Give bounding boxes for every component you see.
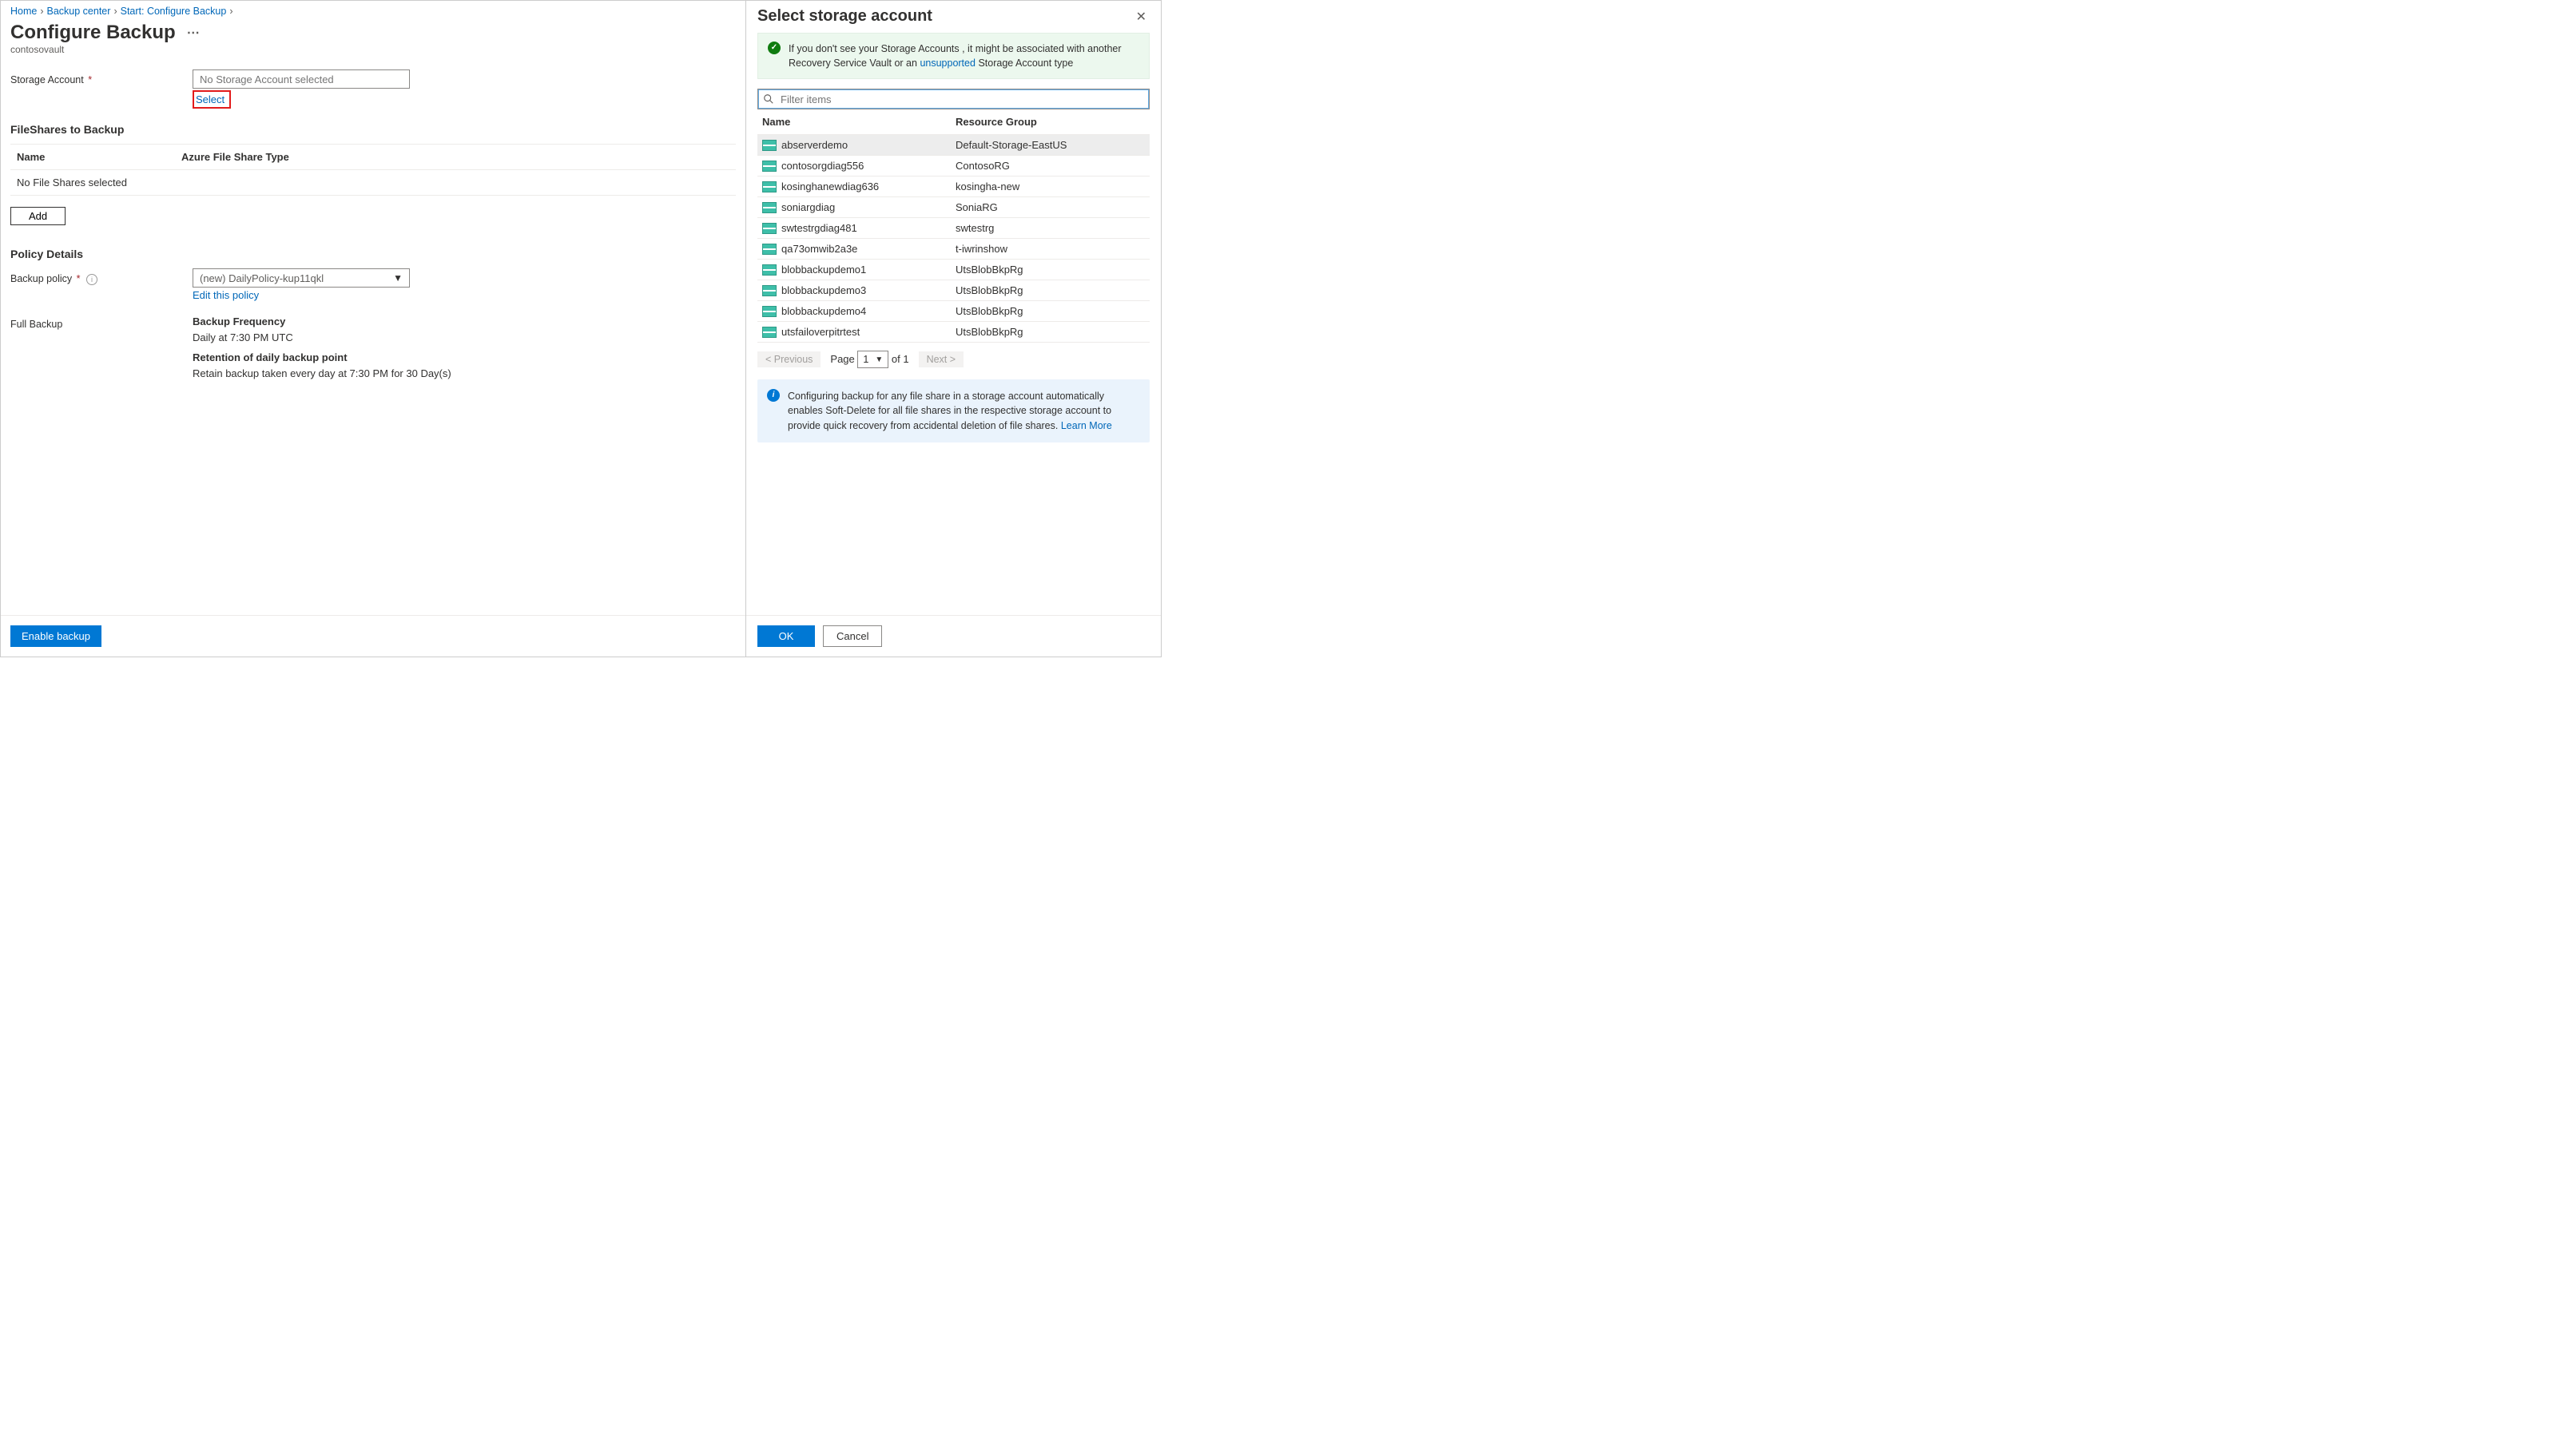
learn-more-link[interactable]: Learn More	[1061, 420, 1112, 431]
storage-account-name: abserverdemo	[781, 139, 848, 151]
sa-col-rg: Resource Group	[956, 116, 1037, 128]
sa-col-name: Name	[762, 116, 956, 128]
backup-policy-select[interactable]: (new) DailyPolicy-kup11qkl ▼	[193, 268, 410, 288]
filter-search-box[interactable]	[757, 89, 1150, 109]
storage-account-name: blobbackupdemo1	[781, 264, 866, 276]
storage-account-row[interactable]: soniargdiag SoniaRG	[757, 197, 1150, 218]
storage-account-name: swtestrgdiag481	[781, 222, 857, 234]
info-icon: i	[767, 389, 780, 402]
retention-value: Retain backup taken every day at 7:30 PM…	[193, 366, 736, 382]
storage-account-name: soniargdiag	[781, 201, 835, 213]
info-icon[interactable]: i	[86, 274, 97, 285]
ok-message: ✓ If you don't see your Storage Accounts…	[757, 33, 1150, 79]
storage-account-name: kosinghanewdiag636	[781, 181, 879, 192]
storage-account-rg: Default-Storage-EastUS	[956, 139, 1067, 151]
page-label-post: of 1	[892, 353, 909, 365]
storage-account-icon	[762, 264, 777, 276]
ok-message-text-post: Storage Account type	[978, 58, 1073, 69]
storage-account-row[interactable]: blobbackupdemo1 UtsBlobBkpRg	[757, 260, 1150, 280]
chevron-right-icon: ›	[229, 6, 232, 17]
required-asterisk: *	[77, 273, 81, 284]
storage-account-name: qa73omwib2a3e	[781, 243, 857, 255]
storage-account-icon	[762, 202, 777, 213]
checkmark-icon: ✓	[768, 42, 781, 54]
storage-account-rg: ContosoRG	[956, 160, 1010, 172]
storage-account-icon	[762, 223, 777, 234]
retention-label: Retention of daily backup point	[193, 350, 736, 366]
prev-page-button[interactable]: < Previous	[757, 351, 821, 367]
storage-account-name: blobbackupdemo3	[781, 284, 866, 296]
storage-account-rg: t-iwrinshow	[956, 243, 1007, 255]
storage-account-rg: UtsBlobBkpRg	[956, 284, 1023, 296]
select-storage-account-link[interactable]: Select	[196, 93, 225, 105]
storage-account-rg: UtsBlobBkpRg	[956, 305, 1023, 317]
chevron-down-icon: ▼	[875, 355, 883, 364]
next-page-button[interactable]: Next >	[919, 351, 964, 367]
policy-details-heading: Policy Details	[10, 248, 736, 260]
storage-account-icon	[762, 161, 777, 172]
fileshares-col-name: Name	[17, 151, 181, 163]
full-backup-label: Full Backup	[10, 314, 193, 330]
storage-account-icon	[762, 327, 777, 338]
ok-button[interactable]: OK	[757, 625, 815, 647]
storage-account-row[interactable]: qa73omwib2a3e t-iwrinshow	[757, 239, 1150, 260]
backup-frequency-label: Backup Frequency	[193, 314, 736, 330]
vault-name-subtitle: contosovault	[1, 44, 745, 63]
fileshares-empty-text: No File Shares selected	[10, 170, 736, 196]
storage-account-row[interactable]: swtestrgdiag481 swtestrg	[757, 218, 1150, 239]
storage-account-row[interactable]: contosorgdiag556 ContosoRG	[757, 156, 1150, 177]
close-icon[interactable]: ✕	[1133, 7, 1150, 26]
info-message: i Configuring backup for any file share …	[757, 379, 1150, 442]
breadcrumb-configure-backup[interactable]: Start: Configure Backup	[121, 6, 227, 17]
panel-title: Select storage account	[757, 7, 932, 26]
storage-account-rg: UtsBlobBkpRg	[956, 326, 1023, 338]
add-fileshare-button[interactable]: Add	[10, 207, 66, 225]
backup-policy-value: (new) DailyPolicy-kup11qkl	[200, 272, 324, 284]
backup-frequency-value: Daily at 7:30 PM UTC	[193, 330, 736, 346]
filter-input[interactable]	[779, 93, 1144, 106]
breadcrumb: Home › Backup center › Start: Configure …	[1, 1, 745, 18]
storage-account-icon	[762, 140, 777, 151]
storage-account-row[interactable]: blobbackupdemo4 UtsBlobBkpRg	[757, 301, 1150, 322]
storage-account-icon	[762, 285, 777, 296]
chevron-right-icon: ›	[113, 6, 117, 17]
page-label-pre: Page	[830, 353, 854, 365]
storage-account-row[interactable]: utsfailoverpitrtest UtsBlobBkpRg	[757, 322, 1150, 343]
storage-account-row[interactable]: blobbackupdemo3 UtsBlobBkpRg	[757, 280, 1150, 301]
storage-account-icon	[762, 244, 777, 255]
fileshares-heading: FileShares to Backup	[10, 123, 736, 136]
breadcrumb-home[interactable]: Home	[10, 6, 37, 17]
storage-account-icon	[762, 306, 777, 317]
storage-account-name: blobbackupdemo4	[781, 305, 866, 317]
chevron-down-icon: ▼	[393, 272, 403, 284]
enable-backup-button[interactable]: Enable backup	[10, 625, 101, 647]
storage-account-rg: kosingha-new	[956, 181, 1019, 192]
edit-policy-link[interactable]: Edit this policy	[193, 289, 259, 301]
storage-account-rg: swtestrg	[956, 222, 994, 234]
storage-account-rg: SoniaRG	[956, 201, 998, 213]
storage-account-label: Storage Account	[10, 74, 84, 85]
fileshares-col-type: Azure File Share Type	[181, 151, 289, 163]
storage-account-name: contosorgdiag556	[781, 160, 864, 172]
breadcrumb-backup-center[interactable]: Backup center	[47, 6, 111, 17]
page-select[interactable]: 1 ▼	[857, 351, 888, 368]
storage-account-name: utsfailoverpitrtest	[781, 326, 860, 338]
chevron-right-icon: ›	[40, 6, 43, 17]
unsupported-link[interactable]: unsupported	[920, 58, 976, 69]
page-title: Configure Backup	[10, 22, 176, 44]
backup-policy-label: Backup policy	[10, 273, 72, 284]
storage-account-input[interactable]	[193, 69, 410, 89]
storage-account-row[interactable]: kosinghanewdiag636 kosingha-new	[757, 177, 1150, 197]
more-actions-button[interactable]: ⋯	[187, 25, 200, 41]
page-number: 1	[863, 354, 868, 365]
cancel-button[interactable]: Cancel	[823, 625, 882, 647]
storage-account-rg: UtsBlobBkpRg	[956, 264, 1023, 276]
search-icon	[763, 93, 774, 105]
storage-account-icon	[762, 181, 777, 192]
storage-account-row[interactable]: abserverdemo Default-Storage-EastUS	[757, 135, 1150, 156]
required-asterisk: *	[88, 74, 92, 85]
